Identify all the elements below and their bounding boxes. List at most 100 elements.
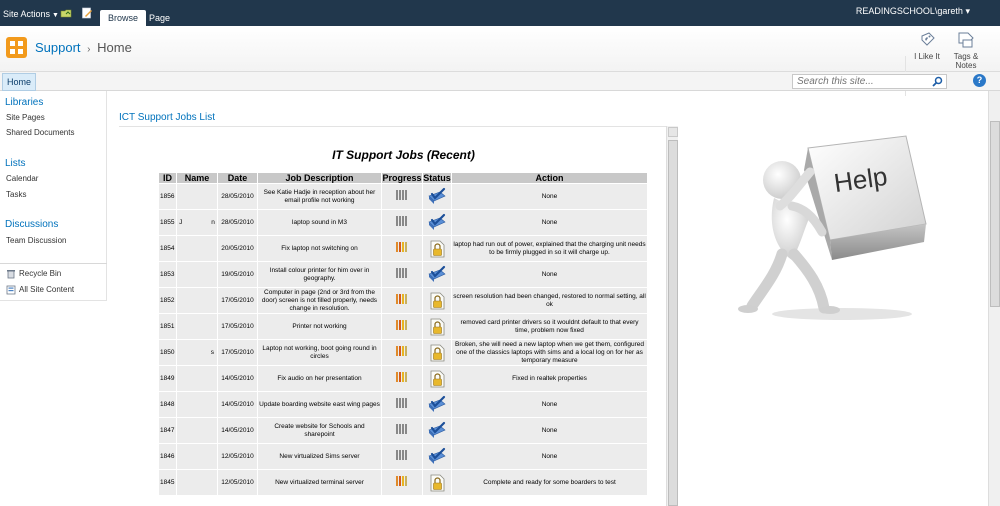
column-header: Date <box>217 172 258 184</box>
cell-id: 1850 <box>158 339 177 366</box>
scroll-thumb[interactable] <box>668 140 678 506</box>
cell-date: 12/05/2010 <box>217 469 258 496</box>
progress-bars-icon <box>396 190 408 203</box>
web-part-scrollbar[interactable] <box>666 126 678 506</box>
cell-progress <box>381 339 423 366</box>
cell-progress <box>381 313 423 340</box>
site-actions-menu[interactable]: Site Actions ▼ <box>3 9 59 19</box>
column-header: Status <box>422 172 452 184</box>
cell-id: 1846 <box>158 443 177 470</box>
nav-heading-libraries[interactable]: Libraries <box>5 97 43 108</box>
tags-notes-button[interactable]: Tags & Notes <box>946 30 986 70</box>
table-row: 1849 14/05/2010 Fix audio on her presentat… <box>158 365 648 392</box>
breadcrumb-site-link[interactable]: Support <box>35 40 81 55</box>
progress-bars-icon <box>396 294 408 307</box>
nav-item-tasks[interactable]: Tasks <box>6 190 26 199</box>
cell-status <box>422 235 452 262</box>
nav-heading-discussions[interactable]: Discussions <box>5 219 58 230</box>
padlock-page-icon <box>430 370 445 387</box>
progress-bars-icon <box>396 398 408 411</box>
table-header-row: ID Name Date Job Description Progress Status A… <box>158 172 648 184</box>
tab-browse[interactable]: Browse <box>100 10 147 26</box>
cell-status <box>422 365 452 392</box>
cell-id: 1845 <box>158 469 177 496</box>
cell-name <box>176 183 218 210</box>
search-input[interactable] <box>792 74 947 89</box>
table-row: 1845 12/05/2010 New virtualized terminal s… <box>158 469 648 496</box>
checkmark-folder-icon <box>428 395 446 412</box>
table-row: 1847 14/05/2010 Create website for Schools… <box>158 417 648 444</box>
nav-item-all-site-content[interactable]: All Site Content <box>19 285 74 294</box>
search-icon[interactable] <box>932 76 943 87</box>
cell-desc: New virtualized Sims server <box>257 443 382 470</box>
cell-name <box>176 469 218 496</box>
cell-action: None <box>451 391 648 418</box>
help-icon[interactable]: ? <box>973 74 986 87</box>
cell-status <box>422 183 452 210</box>
cell-desc: Printer not working <box>257 313 382 340</box>
help-key-illustration: Help <box>738 135 927 320</box>
cell-action: None <box>451 417 648 444</box>
cell-date: 28/05/2010 <box>217 209 258 236</box>
nav-item-shared-documents[interactable]: Shared Documents <box>6 128 74 137</box>
title-area: Support › Home I Like It Tags & Notes <box>0 26 1000 96</box>
cell-desc: Create website for Schools and sharepoin… <box>257 417 382 444</box>
i-like-it-button[interactable]: I Like It <box>907 30 947 61</box>
thumbs-up-tag-icon <box>921 32 935 46</box>
edit-page-icon[interactable] <box>81 7 93 19</box>
cell-name <box>176 391 218 418</box>
cell-status <box>422 469 452 496</box>
recycle-bin-icon <box>7 270 15 279</box>
tab-page[interactable]: Page <box>141 10 178 26</box>
scroll-up-button[interactable] <box>668 127 678 137</box>
nav-item-recycle-bin[interactable]: Recycle Bin <box>19 269 61 278</box>
nav-item-calendar[interactable]: Calendar <box>6 174 38 183</box>
padlock-page-icon <box>430 240 445 257</box>
cell-action: None <box>451 209 648 236</box>
list-title-link[interactable]: ICT Support Jobs List <box>119 112 215 123</box>
cell-progress <box>381 261 423 288</box>
cell-status <box>422 391 452 418</box>
checkmark-folder-icon <box>428 447 446 464</box>
column-header: Name <box>176 172 218 184</box>
progress-bars-icon <box>396 242 408 255</box>
site-logo-icon[interactable] <box>6 37 27 58</box>
padlock-page-icon <box>430 318 445 335</box>
cell-name <box>176 261 218 288</box>
navigate-up-folder-icon[interactable] <box>60 7 72 19</box>
table-row: 1853 19/05/2010 Install colour printer for… <box>158 261 648 288</box>
nav-item-site-pages[interactable]: Site Pages <box>6 113 45 122</box>
cell-progress <box>381 209 423 236</box>
cell-name <box>176 235 218 262</box>
cell-date: 17/05/2010 <box>217 313 258 340</box>
padlock-page-icon <box>430 292 445 309</box>
scroll-thumb[interactable] <box>990 121 1000 307</box>
table-row: 1846 12/05/2010 New virtualized Sims serve… <box>158 443 648 470</box>
nav-heading-lists[interactable]: Lists <box>5 158 26 169</box>
cell-name <box>176 287 218 314</box>
cell-progress <box>381 391 423 418</box>
cell-progress <box>381 417 423 444</box>
jobs-frame: IT Support Jobs (Recent) ID Name Date Job D… <box>119 127 665 506</box>
tags-notes-label-line2: Notes <box>955 61 977 70</box>
nav-item-team-discussion[interactable]: Team Discussion <box>6 236 66 245</box>
table-body: 1856 28/05/2010 See Katie Hadje in recepti… <box>158 183 648 496</box>
tags-notes-icon <box>958 32 974 48</box>
progress-bars-icon <box>396 450 408 463</box>
padlock-page-icon <box>430 474 445 491</box>
page-scrollbar[interactable] <box>988 91 1000 506</box>
site-actions-label: Site Actions <box>3 9 51 19</box>
breadcrumb-separator: › <box>87 44 91 55</box>
cell-status <box>422 261 452 288</box>
user-menu[interactable]: READINGSCHOOL\gareth ▾ <box>856 6 970 17</box>
cell-status <box>422 313 452 340</box>
progress-bars-icon <box>396 268 408 281</box>
cell-name <box>176 313 218 340</box>
table-row: 1852 17/05/2010 Computer in page (2nd or 3… <box>158 287 648 314</box>
cell-progress <box>381 469 423 496</box>
all-site-content-icon <box>6 285 16 295</box>
cell-action: screen resolution had been changed, rest… <box>451 287 648 314</box>
cell-desc: Fix laptop not switching on <box>257 235 382 262</box>
progress-bars-icon <box>396 320 408 333</box>
nav-tab-home[interactable]: Home <box>2 73 37 91</box>
